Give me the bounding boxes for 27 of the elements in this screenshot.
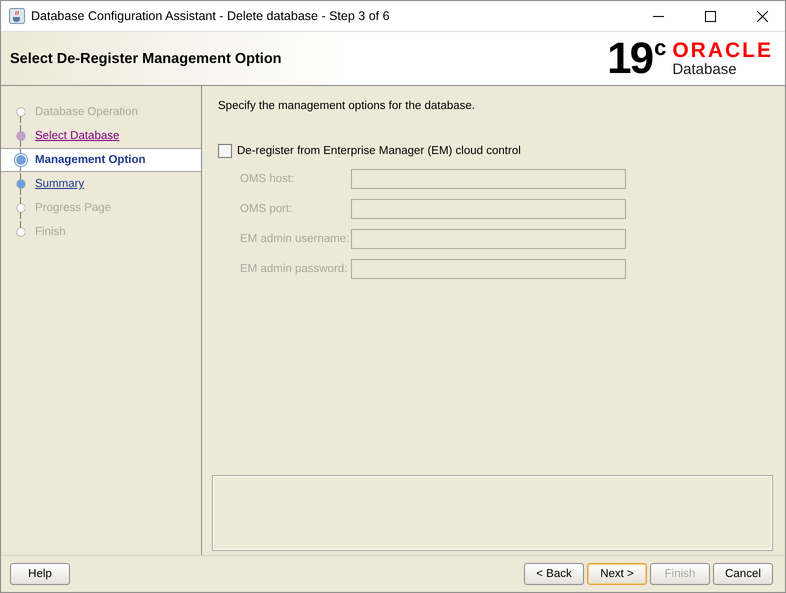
field-label: EM admin username: — [240, 233, 350, 245]
field-label: EM admin password: — [240, 263, 348, 275]
step-marker-icon — [16, 227, 26, 237]
field-label: OMS host: — [240, 173, 296, 185]
step-marker-icon — [16, 203, 26, 213]
java-cup-icon — [9, 8, 25, 24]
wizard-step[interactable]: Select Database — [1, 124, 201, 148]
wizard-button[interactable]: Cancel — [713, 563, 773, 585]
instruction-text: Specify the management options for the database. — [218, 100, 476, 112]
page-heading: Select De-Register Management Option — [10, 50, 282, 66]
brand-logo: ORACLE — [672, 40, 773, 60]
step-marker-icon — [16, 131, 26, 141]
wizard-button[interactable]: Next > — [587, 563, 647, 585]
wizard-step[interactable]: Summary — [1, 172, 201, 196]
field-label: OMS port: — [240, 203, 294, 215]
wizard-step[interactable]: Management Option — [1, 148, 201, 172]
step-marker-icon — [16, 179, 26, 189]
step-marker-icon — [14, 153, 28, 167]
help-button[interactable]: Help — [10, 563, 70, 585]
checkbox[interactable] — [218, 144, 232, 158]
checkbox-label: De-register from Enterprise Manager (EM) cloud control — [237, 145, 521, 157]
wizard-button[interactable]: < Back — [524, 563, 584, 585]
window-title: Database Configuration Assistant - Delete database - Step 3 of 6 — [31, 9, 391, 23]
close-icon — [756, 10, 768, 22]
step-marker-icon — [16, 107, 26, 117]
product-name: Database — [672, 60, 738, 78]
maximize-icon — [704, 10, 716, 22]
